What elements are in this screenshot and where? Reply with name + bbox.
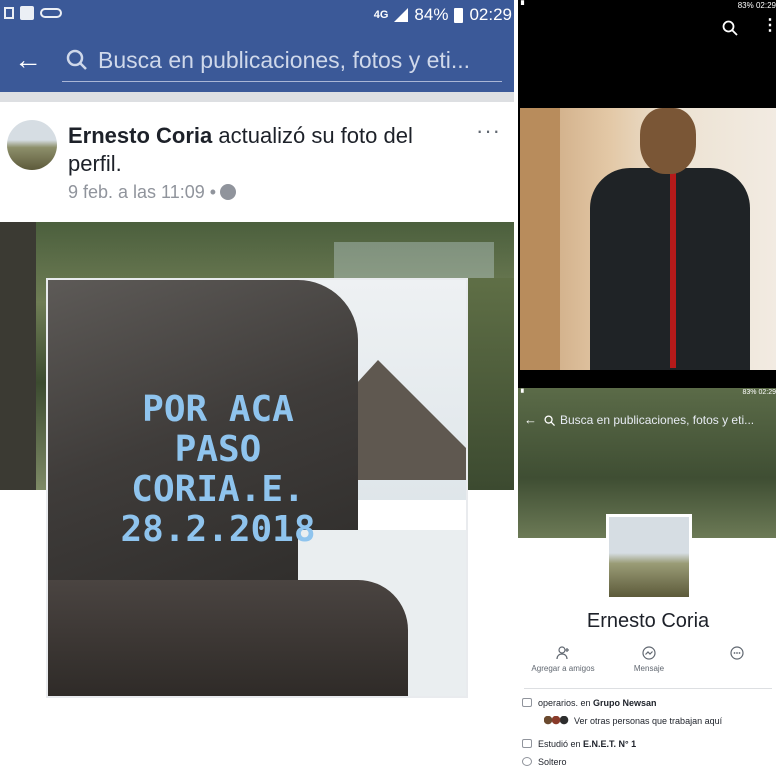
avatar[interactable] [7, 120, 57, 170]
head-shape [640, 108, 696, 174]
post-author[interactable]: Ernesto Coria [68, 123, 212, 148]
graffiti-line-1: POR ACA [142, 389, 294, 430]
profile-photo[interactable]: POR ACA PASO CORIA.E. 28.2.2018 [46, 278, 468, 698]
education-row: Estudió en E.N.E.T. N° 1 [522, 739, 774, 749]
search-input[interactable]: Busca en publicaciones, fotos y eti... [62, 40, 502, 82]
battery-icon [454, 7, 464, 23]
more-icon [730, 646, 744, 660]
right-screenshot: ▘ 83% 02:29 ⋮ ▘ 83% 02:29 ← [516, 0, 776, 768]
clock: 02:29 [758, 389, 776, 396]
image-icon [20, 6, 34, 20]
flag-icon: ▘ [521, 1, 528, 10]
more-options-icon[interactable]: ··· [476, 118, 501, 144]
relationship-row: Soltero [522, 757, 774, 767]
door-shape [520, 108, 560, 370]
person-photo[interactable] [520, 108, 776, 370]
study-place[interactable]: E.N.E.T. N° 1 [583, 739, 636, 749]
left-screenshot: 4G 84% 02:29 ← Busca en publicaciones, f… [0, 0, 514, 768]
coworkers-link[interactable]: Ver otras personas que trabajan aquí [574, 716, 722, 726]
post-timestamp[interactable]: 9 feb. a las 11:09 [68, 182, 205, 202]
overflow-menu-icon[interactable]: ⋮ [762, 18, 776, 34]
flag-icon: ▘ [521, 390, 527, 397]
tree-trunk-shape [0, 222, 36, 490]
status-bar-small: ▘ 83% 02:29 [518, 0, 776, 12]
search-icon [544, 415, 555, 426]
search-placeholder: Busca en publicaciones, fotos y eti... [560, 413, 755, 427]
add-friend-label: Agregar a amigos [531, 664, 595, 673]
search-placeholder: Busca en publicaciones, fotos y eti... [98, 47, 471, 73]
graffiti-text: POR ACA PASO CORIA.E. 28.2.2018 [108, 390, 328, 550]
post-header: Ernesto Coria actualizó su foto del perf… [0, 102, 514, 220]
globe-icon [220, 184, 237, 200]
status-bar: 4G 84% 02:29 [0, 0, 514, 30]
study-prefix: Estudió en [538, 739, 584, 749]
post-title: Ernesto Coria actualizó su foto del perf… [68, 122, 468, 178]
status-right: 83% 02:29 [738, 1, 776, 10]
signal-icon [394, 8, 409, 22]
network-type: 4G [373, 9, 389, 21]
profile-name: Ernesto Coria [586, 610, 710, 632]
profile-page: ▘ 83% 02:29 ← Busca en publicaciones, fo… [518, 388, 776, 768]
relationship-status: Soltero [538, 757, 567, 767]
coworker-avatars [544, 716, 572, 725]
search-header: ← Busca en publicaciones, fotos y eti... [0, 30, 514, 92]
notification-icons [4, 6, 62, 20]
message-button[interactable]: Mensaje [606, 646, 692, 673]
work-prefix: operarios. en [538, 698, 594, 708]
briefcase-icon [522, 698, 532, 707]
battery-level: 83% [737, 1, 754, 10]
flag-icon [4, 7, 14, 19]
profile-avatar[interactable] [606, 514, 692, 600]
coworkers-row[interactable]: Ver otras personas que trabajan aquí [522, 716, 774, 726]
clock: 02:29 [755, 1, 776, 10]
add-friend-icon [556, 646, 569, 660]
profile-search-bar[interactable]: ← Busca en publicaciones, fotos y eti... [524, 412, 772, 432]
work-place[interactable]: Grupo Newsan [593, 698, 657, 708]
info-divider [524, 688, 772, 689]
message-label: Mensaje [633, 664, 665, 673]
search-icon[interactable] [722, 20, 738, 36]
graffiti-line-2: PASO [174, 429, 262, 470]
battery-level: 83% [742, 389, 757, 396]
back-arrow-icon[interactable]: ← [14, 46, 42, 74]
search-icon [66, 49, 87, 70]
profile-actions: Agregar a amigos Mensaje [518, 646, 776, 686]
work-row: operarios. en Grupo Newsan [522, 698, 774, 708]
more-button[interactable] [694, 646, 776, 664]
battery-level: 84% [414, 5, 449, 24]
graffiti-line-4: 28.2.2018 [120, 509, 316, 550]
voicemail-icon [40, 8, 62, 18]
graffiti-line-3: CORIA.E. [131, 469, 305, 510]
post-meta: 9 feb. a las 11:09 • [68, 182, 237, 203]
add-friend-button[interactable]: Agregar a amigos [520, 646, 606, 673]
status-right: 83% 02:29 [743, 389, 776, 396]
shirt-stripe [670, 168, 676, 368]
feed-divider [0, 92, 514, 102]
graduation-cap-icon [522, 739, 532, 748]
clock: 02:29 [469, 5, 512, 24]
photo-viewer: ▘ 83% 02:29 ⋮ [518, 0, 776, 388]
meta-separator: • [209, 182, 217, 202]
cover-photo-edge [468, 278, 514, 490]
back-arrow-icon[interactable]: ← [524, 412, 537, 428]
heart-icon [522, 757, 532, 766]
messenger-icon [642, 646, 656, 660]
photo-rock-lower [48, 580, 408, 696]
